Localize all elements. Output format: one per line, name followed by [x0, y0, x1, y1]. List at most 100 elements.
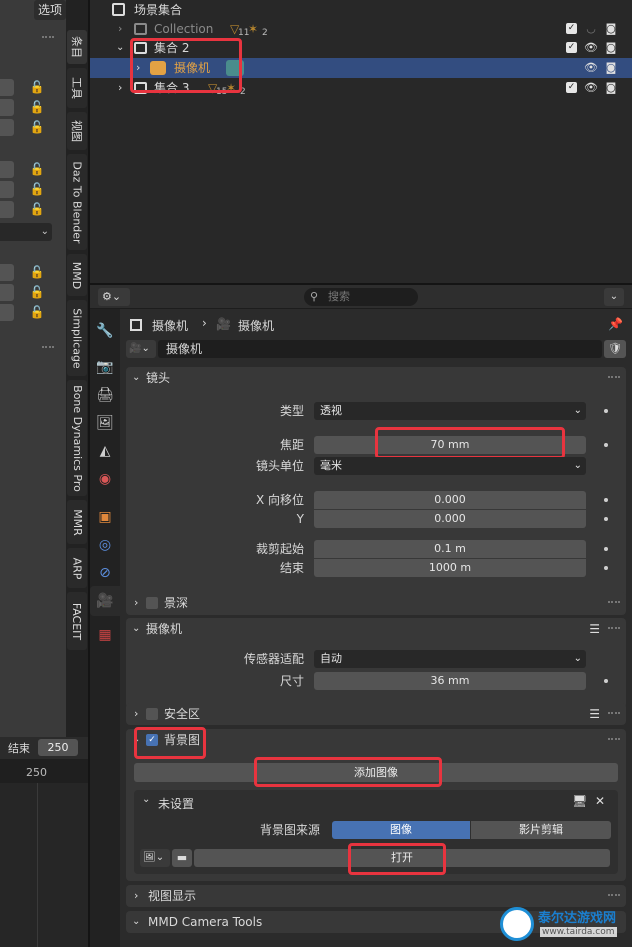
exclude-checkbox[interactable]: ✓: [566, 42, 577, 53]
keyframe-dot[interactable]: [604, 547, 608, 551]
exclude-checkbox[interactable]: ✓: [566, 82, 577, 93]
property-row[interactable]: [0, 304, 14, 321]
tool-icon[interactable]: 🔧: [95, 321, 115, 341]
editor-type-button[interactable]: ⚙⌄: [98, 288, 130, 306]
drag-handle-icon[interactable]: [608, 601, 620, 603]
lens-type-dropdown[interactable]: 透视 ⌄: [314, 402, 586, 420]
property-row[interactable]: [0, 79, 14, 96]
keyframe-dot[interactable]: [604, 498, 608, 502]
image-browse-button[interactable]: 🖼⌄: [140, 849, 170, 867]
lock-icon[interactable]: 🔓: [29, 80, 45, 94]
drag-handle-icon[interactable]: [608, 894, 620, 896]
chevron-down-icon[interactable]: ⌄: [116, 38, 124, 58]
lock-icon[interactable]: 🔓: [29, 202, 45, 216]
output-icon[interactable]: 🖨: [95, 385, 115, 405]
datablock-name-field[interactable]: 摄像机: [158, 340, 602, 358]
clip-start-field[interactable]: 0.1 m: [314, 540, 586, 558]
keyframe-dot[interactable]: [604, 566, 608, 570]
presets-icon[interactable]: ☰: [589, 703, 600, 725]
dof-checkbox[interactable]: [146, 597, 158, 609]
lock-icon[interactable]: 🔓: [29, 285, 45, 299]
lock-icon[interactable]: 🔓: [29, 265, 45, 279]
keyframe-dot[interactable]: [604, 409, 608, 413]
pin-icon[interactable]: 📌: [608, 317, 623, 331]
tab-mmr[interactable]: MMR: [67, 500, 87, 544]
sensor-fit-dropdown[interactable]: 自动 ⌄: [314, 650, 586, 668]
camera-header[interactable]: ⌄ 摄像机 ☰: [126, 618, 626, 640]
search-input[interactable]: ⚲ 搜索: [304, 288, 418, 306]
drag-handle-icon[interactable]: [608, 712, 620, 714]
tab-tool[interactable]: 工具: [67, 68, 87, 108]
world-icon[interactable]: ◉: [95, 469, 115, 489]
source-movie-toggle[interactable]: 影片剪辑: [471, 821, 611, 839]
lock-icon[interactable]: 🔓: [29, 100, 45, 114]
mode-dropdown[interactable]: ⌄: [0, 223, 52, 241]
folder-icon[interactable]: ▬: [172, 849, 192, 867]
hidden-eye-icon[interactable]: ◡: [584, 22, 598, 36]
keyframe-dot[interactable]: [604, 679, 608, 683]
tab-faceit[interactable]: FACEIT: [67, 592, 87, 650]
sensor-size-field[interactable]: 36 mm: [314, 672, 586, 690]
drag-handle-icon[interactable]: [608, 738, 620, 740]
scene-icon[interactable]: ◭: [95, 441, 115, 461]
property-row[interactable]: [0, 99, 14, 116]
safe-areas-header[interactable]: › 安全区 ☰: [126, 703, 626, 725]
lock-icon[interactable]: 🔓: [29, 305, 45, 319]
drag-handle-icon[interactable]: [608, 627, 620, 629]
camera-render-icon[interactable]: ◙: [604, 81, 618, 95]
outliner-row-scene-collection[interactable]: 场景集合: [90, 0, 632, 20]
tab-arp[interactable]: ARP: [67, 548, 87, 588]
tab-item[interactable]: 条目: [67, 30, 87, 64]
exclude-checkbox[interactable]: ✓: [566, 23, 577, 34]
close-icon[interactable]: ✕: [595, 794, 605, 808]
eye-icon[interactable]: 👁: [584, 41, 598, 55]
drag-handle-icon[interactable]: [608, 376, 620, 378]
clip-end-field[interactable]: 1000 m: [314, 559, 586, 577]
safe-areas-checkbox[interactable]: [146, 708, 158, 720]
eye-icon[interactable]: 👁: [584, 81, 598, 95]
presets-icon[interactable]: ☰: [589, 618, 600, 640]
property-row[interactable]: [0, 119, 14, 136]
chevron-right-icon[interactable]: ›: [118, 19, 122, 39]
camera-render-icon[interactable]: ◙: [604, 61, 618, 75]
camera-render-icon[interactable]: ◙: [604, 41, 618, 55]
datablock-type-button[interactable]: 🎥⌄: [126, 340, 156, 358]
end-frame-field[interactable]: 250: [38, 739, 78, 756]
lock-icon[interactable]: 🔓: [29, 162, 45, 176]
outliner-row-collection[interactable]: › Collection ▽ 11 ✶ 2 ✓ ◡ ◙: [90, 19, 632, 39]
view-layer-icon[interactable]: 🖼: [95, 413, 115, 433]
property-row[interactable]: [0, 284, 14, 301]
tab-mmd[interactable]: MMD: [67, 254, 87, 296]
lens-header[interactable]: ⌄ 镜头: [126, 367, 626, 389]
property-row[interactable]: [0, 264, 14, 281]
keyframe-dot[interactable]: [604, 443, 608, 447]
property-row[interactable]: [0, 181, 14, 198]
tab-daz[interactable]: Daz To Blender: [67, 154, 87, 250]
shift-y-field[interactable]: 0.000: [314, 510, 586, 528]
property-row[interactable]: [0, 161, 14, 178]
tab-view[interactable]: 视图: [67, 112, 87, 150]
tab-simplicage[interactable]: Simplicage: [67, 300, 87, 376]
property-row[interactable]: [0, 201, 14, 218]
camera-render-icon[interactable]: ◙: [604, 22, 618, 36]
source-image-toggle[interactable]: 图像: [332, 821, 470, 839]
fake-user-button[interactable]: 🛡: [604, 340, 626, 358]
render-icon[interactable]: 📷: [95, 357, 115, 377]
chevron-right-icon[interactable]: ›: [118, 78, 122, 98]
object-icon[interactable]: ▣: [95, 507, 115, 527]
constraint-icon[interactable]: ⊘: [95, 563, 115, 583]
options-button[interactable]: ⌄: [604, 288, 624, 306]
eye-icon[interactable]: 👁: [584, 61, 598, 75]
options-dropdown[interactable]: 选项: [34, 0, 66, 20]
chevron-down-icon[interactable]: ⌄: [142, 794, 150, 805]
camera-data-icon[interactable]: 🎥: [95, 591, 115, 611]
lock-icon[interactable]: 🔓: [29, 120, 45, 134]
texture-icon[interactable]: ▦: [95, 625, 115, 645]
shift-x-field[interactable]: 0.000: [314, 491, 586, 509]
tab-bone-dynamics[interactable]: Bone Dynamics Pro: [67, 380, 87, 496]
keyframe-dot[interactable]: [604, 517, 608, 521]
physics-icon[interactable]: ◎: [95, 535, 115, 555]
lens-unit-dropdown[interactable]: 毫米 ⌄: [314, 457, 586, 475]
monitor-icon[interactable]: 🖥: [572, 794, 587, 808]
dof-header[interactable]: › 景深: [126, 592, 626, 614]
